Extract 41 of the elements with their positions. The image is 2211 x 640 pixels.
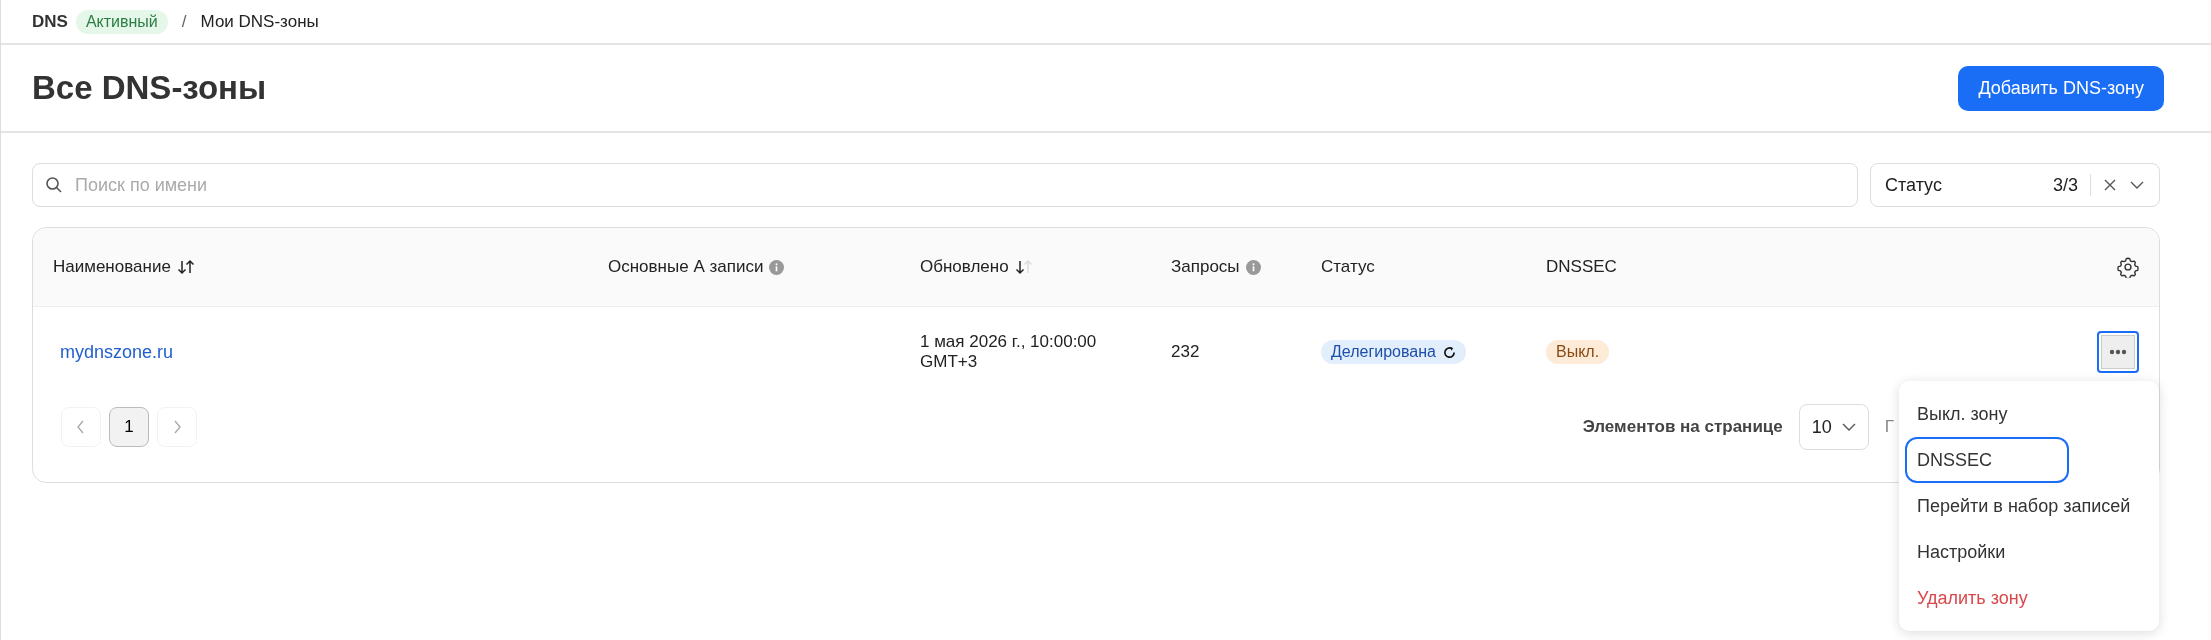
- clear-icon[interactable]: [2103, 178, 2117, 192]
- column-header: Запросы: [1171, 257, 1240, 277]
- more-button[interactable]: [2097, 331, 2139, 373]
- page-title: Все DNS-зоны: [32, 69, 267, 107]
- add-zone-button[interactable]: Добавить DNS-зону: [1958, 65, 2164, 111]
- menu-item[interactable]: Удалить зону: [1905, 575, 2069, 621]
- column-header: Наименование: [53, 257, 171, 277]
- status-filter[interactable]: Статус 3/3: [1870, 163, 2160, 207]
- breadcrumb-current: Мои DNS-зоны: [200, 11, 319, 32]
- menu-item[interactable]: Перейти в набор записей: [1905, 483, 2143, 529]
- service-name[interactable]: DNS: [32, 11, 68, 32]
- search-icon: [45, 176, 63, 194]
- pagination-text: Г: [1884, 417, 1894, 437]
- search-box[interactable]: Поиск по имени: [32, 163, 1858, 207]
- menu-item[interactable]: Настройки: [1905, 529, 2069, 575]
- info-icon[interactable]: [769, 259, 785, 275]
- chevron-right-icon: [172, 420, 182, 434]
- column-header: Статус: [1321, 257, 1375, 277]
- info-icon[interactable]: [1245, 259, 1261, 275]
- page-size-select[interactable]: 10: [1798, 404, 1869, 450]
- zone-link[interactable]: mydnszone.ru: [53, 341, 174, 363]
- menu-item[interactable]: Выкл. зону: [1905, 391, 2069, 437]
- settings-icon[interactable]: [2117, 256, 2139, 278]
- column-header: DNSSEC: [1546, 257, 1617, 277]
- page-button[interactable]: 1: [109, 407, 149, 447]
- column-header: Основные А записи: [608, 257, 764, 277]
- chevron-left-icon: [76, 420, 86, 434]
- table-cell: 1 мая 2026 г., 10:00:00 GMT+3: [920, 332, 1097, 372]
- menu-item[interactable]: DNSSEC: [1905, 437, 2069, 483]
- column-header: Обновлено: [920, 257, 1009, 277]
- chevron-down-icon: [1841, 422, 1856, 432]
- status-badge: Делегирована: [1321, 340, 1466, 364]
- sort-icon[interactable]: [1014, 259, 1033, 275]
- breadcrumb-separator: /: [181, 11, 187, 32]
- page-size-label: Элементов на странице: [1582, 417, 1783, 437]
- table-cell: 232: [1171, 342, 1200, 362]
- sort-icon[interactable]: [176, 259, 195, 275]
- status-badge: Активный: [75, 9, 168, 34]
- dnssec-badge: Выкл.: [1546, 340, 1610, 364]
- more-icon: [2109, 349, 2127, 355]
- loading-icon: [1442, 345, 1456, 359]
